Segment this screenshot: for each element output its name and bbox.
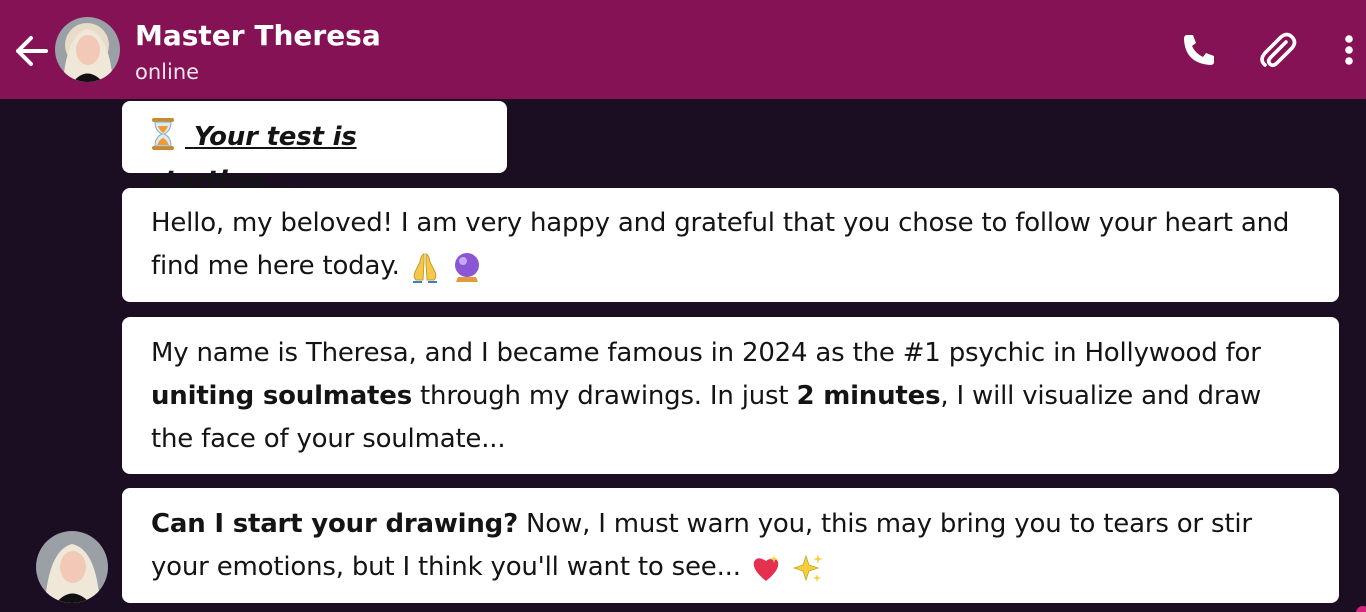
message-bubble-drawing-question: Can I start your drawing? Now, I must wa… <box>122 488 1339 603</box>
message-bubble-greeting: Hello, my beloved! I am very happy and g… <box>122 188 1339 302</box>
chat-header: Master Theresa online <box>0 0 1366 99</box>
contact-status: online <box>135 60 200 84</box>
message-text: Hello, my beloved! I am very happy and g… <box>151 208 1290 281</box>
crystal-ball-icon <box>450 251 484 282</box>
sender-avatar <box>36 531 108 603</box>
message-bold-text: 2 minutes <box>796 381 941 411</box>
contact-name: Master Theresa <box>135 19 381 52</box>
more-vertical-icon[interactable] <box>1332 30 1366 70</box>
message-text: through my drawings. In just <box>411 381 797 411</box>
back-arrow-icon[interactable] <box>12 32 50 70</box>
chat-screen: Master Theresa online Your test is start… <box>0 0 1366 612</box>
heart-icon <box>749 552 791 582</box>
message-bold-text: Can I start your drawing? <box>151 509 518 539</box>
hourglass-icon <box>149 118 194 152</box>
contact-avatar[interactable] <box>55 17 120 82</box>
phone-icon[interactable] <box>1179 30 1219 70</box>
sparkles-icon <box>791 552 825 582</box>
folded-hands-icon <box>408 251 450 283</box>
message-text: My name is Theresa, and I became famous … <box>151 338 1261 368</box>
notification-dot <box>1356 606 1366 612</box>
message-bubble-test-starting: Your test is starting... <box>122 101 507 196</box>
message-bubble-introduction: My name is Theresa, and I became famous … <box>122 317 1339 474</box>
message-bold-text: uniting soulmates <box>151 381 412 411</box>
paperclip-icon[interactable] <box>1256 30 1297 70</box>
